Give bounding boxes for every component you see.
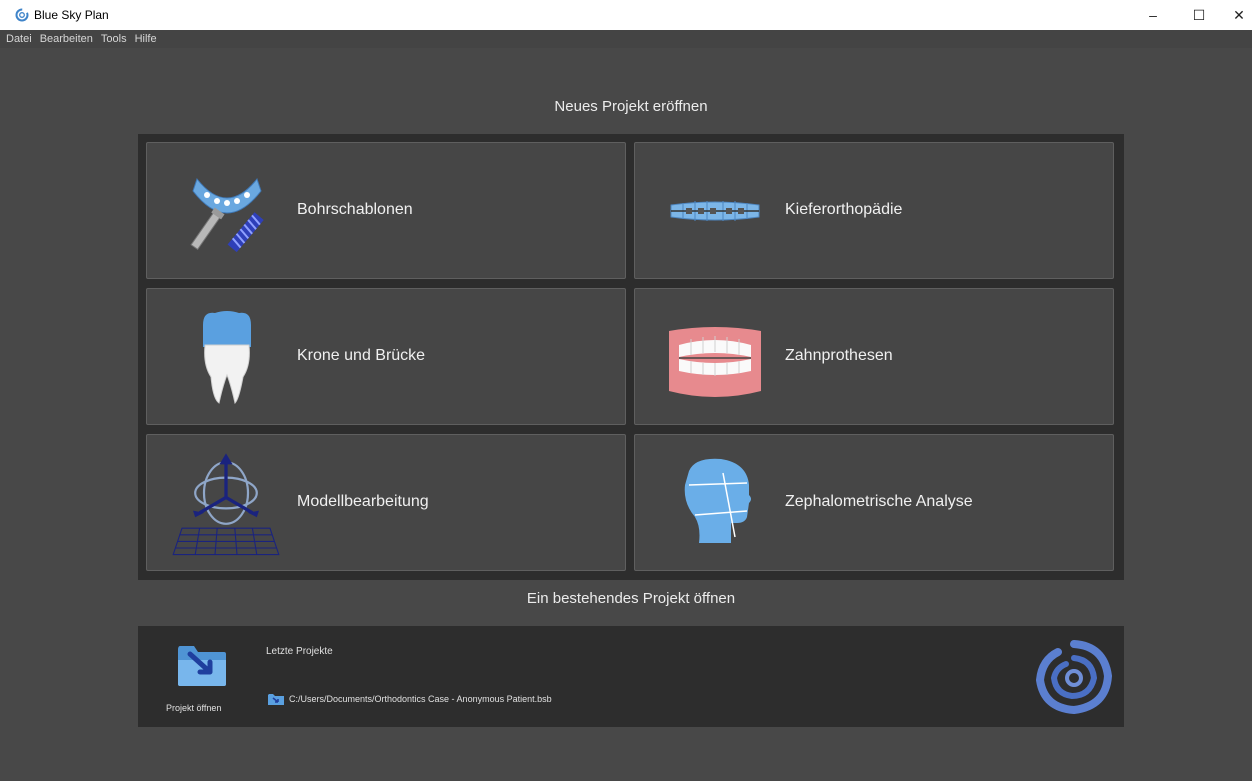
open-project-panel: Projekt öffnen Letzte Projekte C:/Users/… (138, 626, 1124, 727)
new-project-heading: Neues Projekt eröffnen (554, 98, 708, 115)
card-label-zahnprothesen: Zahnprothesen (785, 347, 893, 364)
dentures-icon (669, 327, 761, 397)
card-bohrschablonen[interactable]: Bohrschablonen (146, 142, 626, 279)
card-modellbearbeitung[interactable]: Modellbearbeitung (146, 434, 626, 571)
menu-bar: Datei Bearbeiten Tools Hilfe (0, 30, 1252, 48)
menu-bearbeiten[interactable]: Bearbeiten (40, 33, 93, 45)
tooth-crown-icon (203, 311, 251, 404)
menu-hilfe[interactable]: Hilfe (135, 33, 157, 45)
project-type-grid: Bohrschablonen Kieferorthopädie Krone un… (138, 134, 1124, 580)
card-krone-und-bruecke[interactable]: Krone und Brücke (146, 288, 626, 425)
card-zahnprothesen[interactable]: Zahnprothesen (634, 288, 1114, 425)
card-label-krone-und-bruecke: Krone und Brücke (297, 347, 426, 364)
recent-project-item[interactable]: C:/Users/Documents/Orthodontics Case - A… (268, 692, 552, 706)
card-label-zephalometrische-analyse: Zephalometrische Analyse (785, 493, 973, 510)
blue-sky-plan-swirl-logo-icon (1035, 640, 1112, 714)
open-project-heading: Ein bestehendes Projekt öffnen (526, 590, 736, 607)
braces-icon (670, 201, 760, 221)
head-profile-icon (684, 458, 751, 543)
card-label-modellbearbeitung: Modellbearbeitung (297, 493, 429, 510)
project-file-icon (268, 693, 284, 705)
menu-datei[interactable]: Datei (6, 33, 32, 45)
card-kieferorthopaedie[interactable]: Kieferorthopädie (634, 142, 1114, 279)
open-folder-icon[interactable] (176, 640, 228, 688)
recent-projects-title: Letzte Projekte (266, 646, 333, 657)
blue-sky-plan-logo-icon (15, 8, 29, 22)
card-label-bohrschablonen: Bohrschablonen (297, 201, 413, 218)
minimize-button[interactable]: – (1130, 0, 1176, 30)
window-title: Blue Sky Plan (34, 8, 109, 22)
open-project-label[interactable]: Projekt öffnen (166, 703, 221, 713)
card-label-kieferorthopaedie: Kieferorthopädie (785, 201, 903, 218)
surgical-guide-icon (190, 177, 264, 253)
card-zephalometrische-analyse[interactable]: Zephalometrische Analyse (634, 434, 1114, 571)
menu-tools[interactable]: Tools (101, 33, 127, 45)
close-button[interactable]: ✕ (1216, 0, 1252, 30)
title-bar: Blue Sky Plan – ☐ ✕ (0, 0, 1252, 30)
model-editing-icon (172, 453, 280, 556)
recent-project-path: C:/Users/Documents/Orthodontics Case - A… (289, 694, 552, 704)
